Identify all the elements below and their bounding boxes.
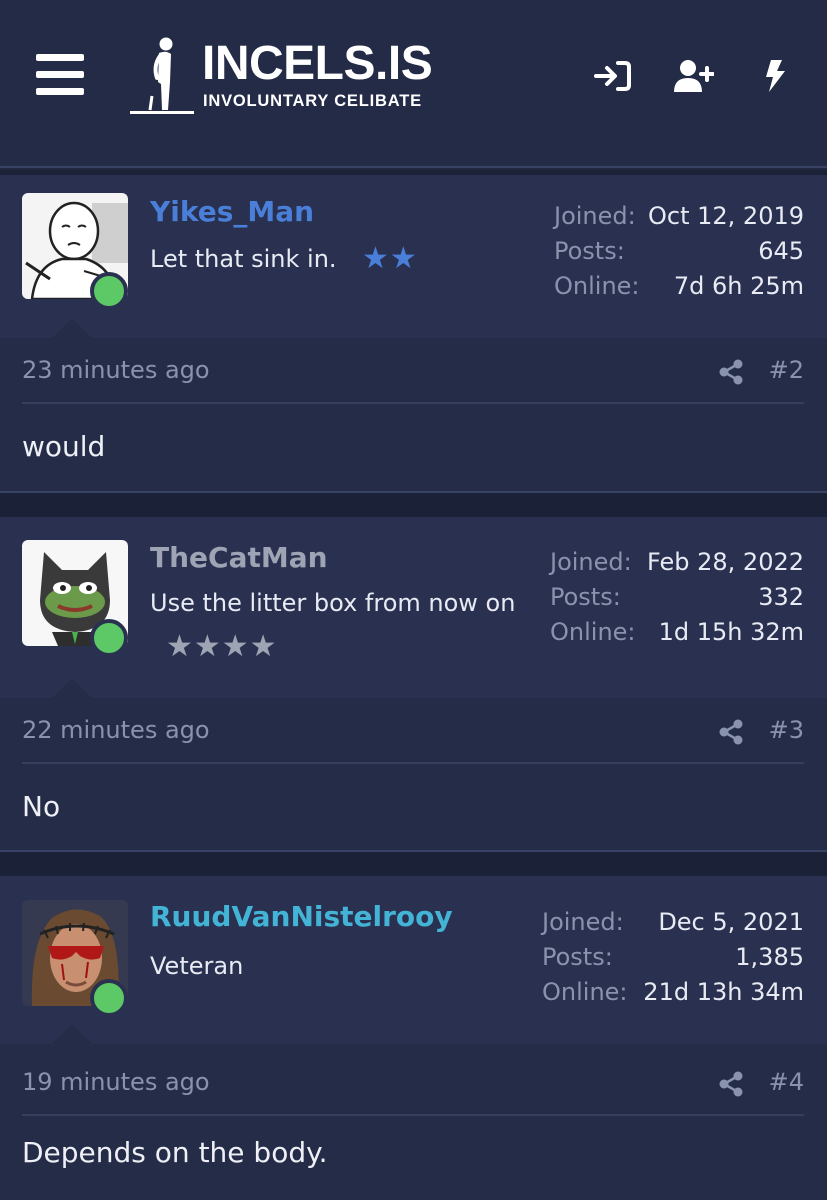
post-body: 23 minutes ago #2 would (0, 338, 827, 493)
stat-online: Online: 7d 6h 25m (554, 269, 804, 304)
stat-joined: Joined: Feb 28, 2022 (550, 545, 804, 580)
share-icon[interactable] (718, 359, 744, 385)
stat-online: Online: 1d 15h 32m (550, 615, 804, 650)
post-timestamp[interactable]: 22 minutes ago (22, 716, 210, 744)
post-message: would (22, 430, 106, 463)
panel-notch (52, 1024, 92, 1044)
user-rank-stars: ★★ (362, 241, 418, 276)
stat-value: 645 (758, 237, 804, 265)
stat-posts: Posts: 1,385 (542, 940, 804, 975)
post-separator (0, 493, 827, 517)
user-title: Let that sink in. (150, 245, 337, 273)
user-title: Veteran (150, 952, 244, 980)
menu-icon-bar (36, 54, 84, 61)
login-icon[interactable] (594, 58, 634, 94)
stat-posts: Posts: 645 (554, 234, 804, 269)
user-stats: Joined: Oct 12, 2019 Posts: 645 Online: … (554, 199, 804, 304)
stat-value: 7d 6h 25m (673, 272, 804, 300)
menu-icon-bar (36, 71, 84, 78)
post-message: Depends on the body. (22, 1136, 328, 1169)
user-rank-stars: ★★★★ (166, 629, 278, 664)
stat-joined: Joined: Oct 12, 2019 (554, 199, 804, 234)
post-meta: 22 minutes ago #3 (22, 698, 804, 764)
panel-notch (52, 678, 92, 698)
stat-value: 21d 13h 34m (643, 978, 804, 1006)
logo-figure-icon (130, 37, 194, 114)
post-body: 22 minutes ago #3 No (0, 698, 827, 852)
stat-label: Joined: (554, 202, 636, 230)
online-indicator (90, 272, 128, 310)
post-number[interactable]: #4 (769, 1068, 804, 1096)
post-meta: 23 minutes ago #2 (22, 338, 804, 404)
stat-label: Joined: (550, 548, 632, 576)
stat-value: 1d 15h 32m (658, 618, 804, 646)
logo-title: INCELS.IS (202, 37, 433, 90)
post-number[interactable]: #3 (769, 716, 804, 744)
user-stats: Joined: Feb 28, 2022 Posts: 332 Online: … (550, 545, 804, 650)
post-body: 19 minutes ago #4 Depends on the body. (0, 1044, 827, 1200)
stat-joined: Joined: Dec 5, 2021 (542, 905, 804, 940)
stat-label: Posts: (542, 943, 613, 971)
menu-button[interactable] (36, 54, 84, 96)
username[interactable]: TheCatMan (150, 541, 328, 574)
online-indicator (90, 619, 128, 657)
stat-label: Online: (550, 618, 636, 646)
stat-label: Online: (542, 978, 628, 1006)
stat-value: Feb 28, 2022 (647, 548, 804, 576)
stat-value: Dec 5, 2021 (658, 908, 804, 936)
post-user-panel: TheCatMan Use the litter box from now on… (0, 517, 827, 698)
post-separator (0, 852, 827, 876)
post-user-panel: Yikes_Man Let that sink in. ★★ Joined: O… (0, 175, 827, 338)
username[interactable]: RuudVanNistelrooy (150, 900, 453, 933)
stat-posts: Posts: 332 (550, 580, 804, 615)
post-number[interactable]: #2 (769, 356, 804, 384)
stat-online: Online: 21d 13h 34m (542, 975, 804, 1010)
username[interactable]: Yikes_Man (150, 195, 314, 228)
stat-label: Posts: (550, 583, 621, 611)
logo-subtitle: INVOLUNTARY CELIBATE (203, 92, 422, 110)
stat-value: 1,385 (735, 943, 804, 971)
avatar-wrap[interactable] (22, 900, 128, 1017)
post-timestamp[interactable]: 23 minutes ago (22, 356, 210, 384)
register-icon[interactable] (674, 58, 714, 94)
menu-icon-bar (36, 88, 84, 95)
post-user-panel: RuudVanNistelrooy Veteran Joined: Dec 5,… (0, 876, 827, 1044)
stat-value: Oct 12, 2019 (648, 202, 804, 230)
post-message: No (22, 790, 61, 823)
user-stats: Joined: Dec 5, 2021 Posts: 1,385 Online:… (542, 905, 804, 1010)
avatar-wrap[interactable] (22, 540, 128, 657)
stat-label: Online: (554, 272, 640, 300)
post-meta: 19 minutes ago #4 (22, 1050, 804, 1116)
stat-label: Joined: (542, 908, 624, 936)
bolt-icon[interactable] (756, 58, 796, 94)
online-indicator (90, 979, 128, 1017)
stat-label: Posts: (554, 237, 625, 265)
post-timestamp[interactable]: 19 minutes ago (22, 1068, 210, 1096)
user-title: Use the litter box from now on (150, 589, 516, 617)
panel-notch (52, 318, 92, 338)
share-icon[interactable] (718, 1071, 744, 1097)
share-icon[interactable] (718, 719, 744, 745)
avatar-wrap[interactable] (22, 193, 128, 310)
site-logo[interactable]: INCELS.IS INVOLUNTARY CELIBATE (130, 36, 450, 118)
site-header: INCELS.IS INVOLUNTARY CELIBATE (0, 0, 827, 168)
stat-value: 332 (758, 583, 804, 611)
